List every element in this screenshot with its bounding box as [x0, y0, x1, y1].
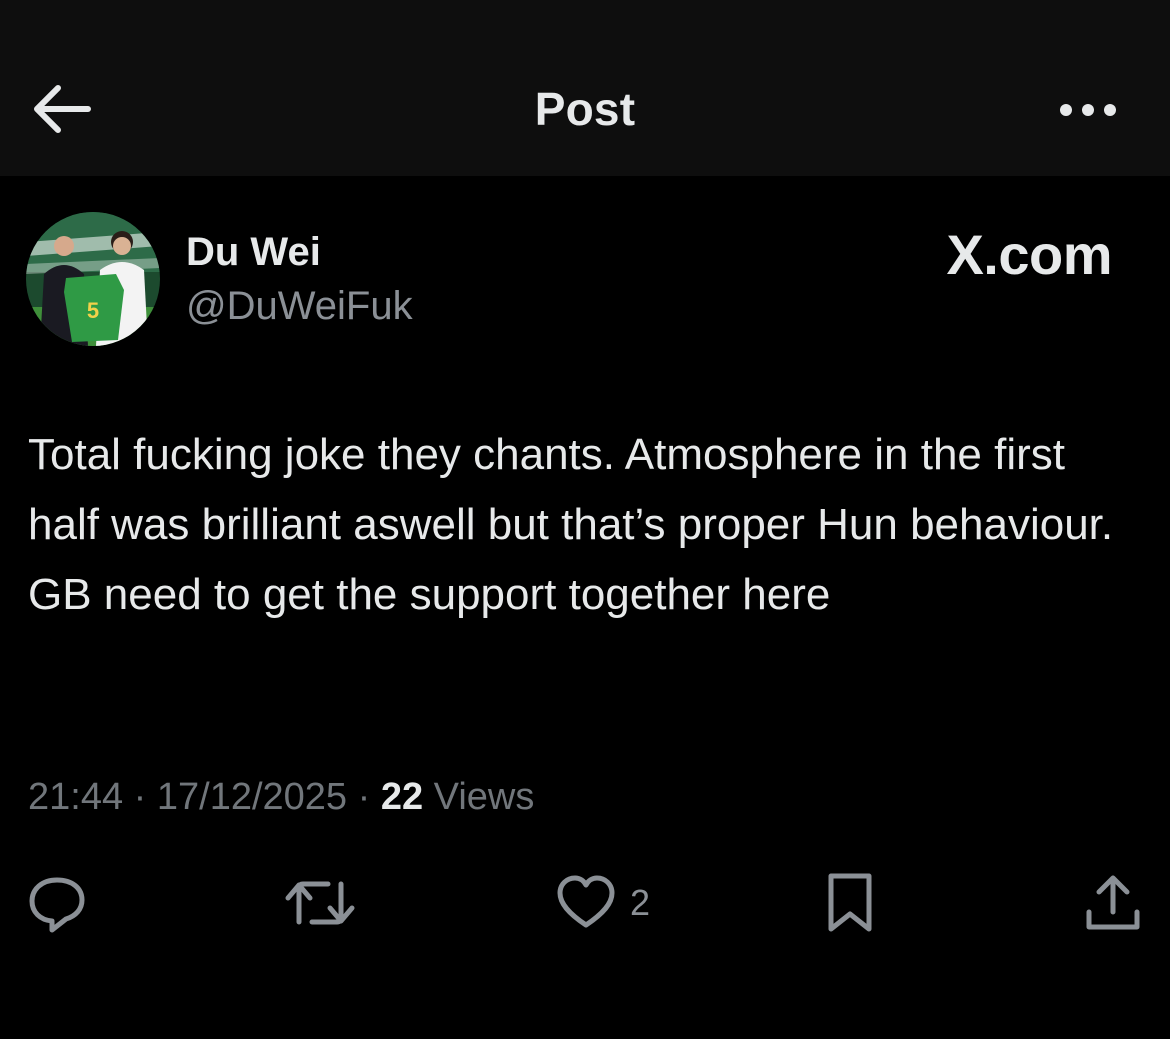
heart-icon — [557, 875, 615, 928]
author-display-name[interactable]: Du Wei — [186, 230, 321, 275]
brand-label: X.com — [946, 223, 1112, 286]
retweet-button[interactable] — [284, 868, 356, 938]
tweet-meta: 21:44 · 17/12/2025 · 22 Views — [28, 776, 534, 819]
more-horizontal-icon — [1060, 104, 1116, 116]
tweet-time[interactable]: 21:44 — [28, 776, 123, 818]
share-button[interactable] — [1084, 868, 1142, 938]
meta-separator: · — [347, 776, 381, 818]
like-button[interactable]: 2 — [556, 868, 650, 938]
avatar-jersey-number: 5 — [87, 298, 99, 323]
top-bar: Post — [0, 0, 1170, 176]
tweet-text: Total fucking joke they chants. Atmosphe… — [28, 430, 1114, 619]
retweet-icon — [285, 881, 355, 925]
views-count: 22 — [380, 776, 424, 818]
like-count: 2 — [630, 882, 651, 923]
meta-separator: · — [123, 776, 157, 818]
more-options-button[interactable] — [1056, 90, 1120, 130]
reply-button[interactable] — [26, 868, 88, 938]
views-label: Views — [423, 776, 535, 818]
bookmark-button[interactable] — [824, 868, 876, 938]
share-icon — [1086, 875, 1140, 930]
author-handle[interactable]: @DuWeiFuk — [186, 284, 413, 329]
bookmark-icon — [828, 873, 872, 932]
reply-icon — [29, 877, 85, 933]
tweet-date[interactable]: 17/12/2025 — [157, 776, 347, 818]
avatar[interactable]: 5 — [26, 212, 160, 346]
page-title: Post — [534, 83, 636, 135]
